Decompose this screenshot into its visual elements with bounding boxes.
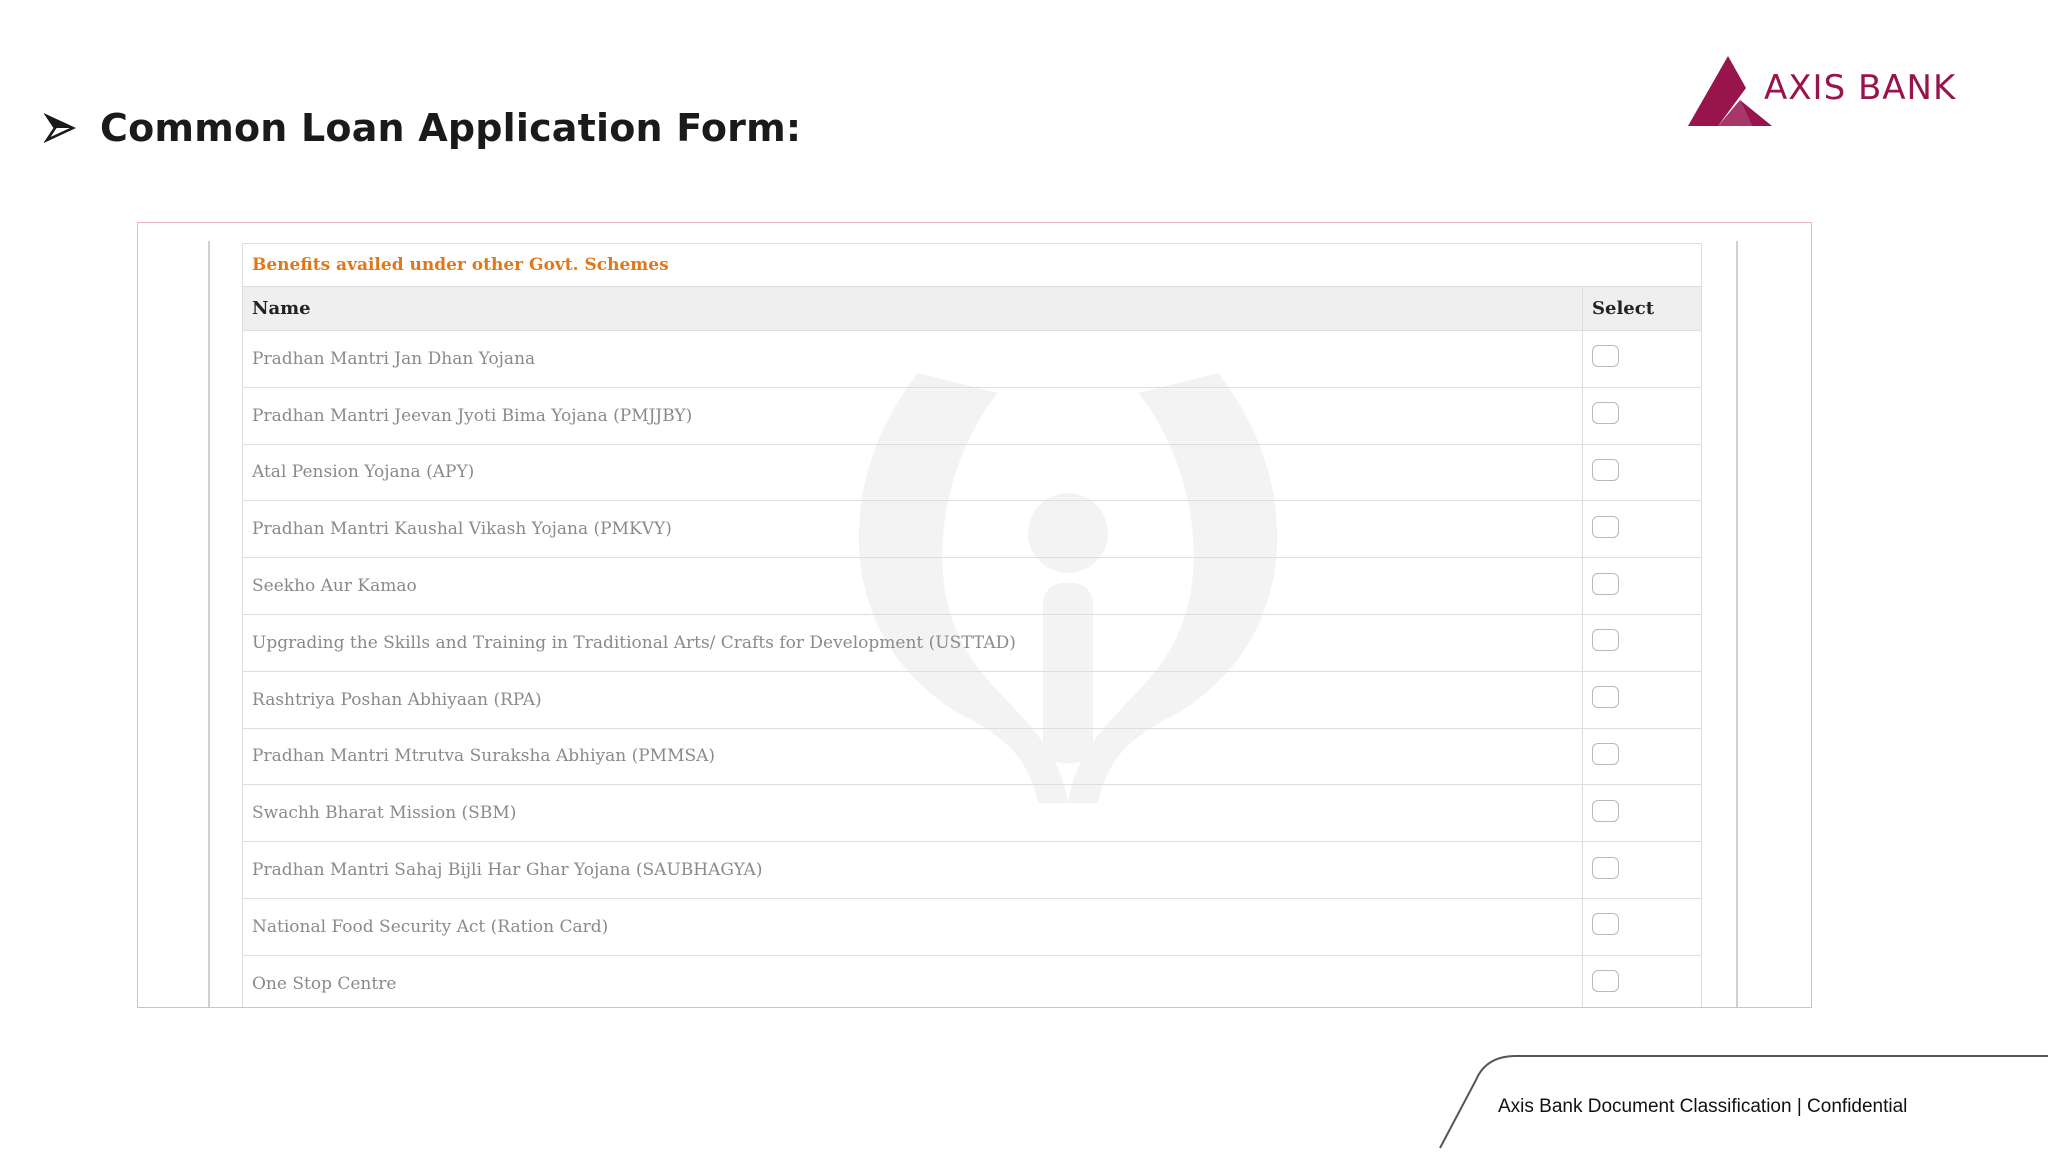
scheme-checkbox[interactable] [1592,970,1619,993]
scheme-checkbox[interactable] [1592,458,1619,481]
axis-bank-logo: AXIS BANK [1688,54,1956,128]
table-row: Upgrading the Skills and Training in Tra… [242,613,1702,672]
select-cell [1582,613,1702,672]
select-cell [1582,500,1702,559]
footer-classification: Axis Bank Document Classification | Conf… [1498,1096,1908,1117]
select-cell [1582,330,1702,388]
scheme-checkbox[interactable] [1592,742,1619,765]
scheme-checkbox[interactable] [1592,515,1619,538]
scheme-name: Upgrading the Skills and Training in Tra… [242,613,1583,672]
select-cell [1582,897,1702,956]
presentation-slide: Common Loan Application Form: AXIS BANK … [0,0,2048,1152]
scheme-checkbox[interactable] [1592,572,1619,595]
scheme-checkbox[interactable] [1592,686,1619,709]
select-cell [1582,670,1702,729]
scheme-checkbox[interactable] [1592,402,1619,425]
logo-text: AXIS BANK [1764,68,1957,108]
govt-schemes-table: Benefits availed under other Govt. Schem… [242,243,1702,1007]
column-header-name: Name [242,286,1583,331]
column-header-select: Select [1582,286,1702,331]
table-row: Pradhan Mantri Mtrutva Suraksha Abhiyan … [242,727,1702,786]
select-cell [1582,841,1702,899]
select-cell [1582,557,1702,615]
section-title: Benefits availed under other Govt. Schem… [242,243,1702,287]
table-row: Pradhan Mantri Jan Dhan Yojana [242,330,1702,388]
select-cell [1582,727,1702,786]
arrow-bullet-icon [44,113,76,143]
scheme-name: Atal Pension Yojana (APY) [242,443,1583,502]
table-row: One Stop Centre [242,954,1702,1007]
table-row: Atal Pension Yojana (APY) [242,443,1702,502]
select-cell [1582,954,1702,1007]
scheme-name: Swachh Bharat Mission (SBM) [242,784,1583,843]
scheme-name: One Stop Centre [242,954,1583,1007]
scheme-name: Pradhan Mantri Kaushal Vikash Yojana (PM… [242,500,1583,559]
select-cell [1582,784,1702,843]
scheme-checkbox[interactable] [1592,345,1619,368]
scheme-name: Seekho Aur Kamao [242,557,1583,615]
scheme-name: Pradhan Mantri Sahaj Bijli Har Ghar Yoja… [242,841,1583,899]
axis-bank-logo-icon [1688,56,1772,126]
table-row: Seekho Aur Kamao [242,557,1702,615]
table-row: Pradhan Mantri Kaushal Vikash Yojana (PM… [242,500,1702,559]
panel-border-right [1736,241,1738,1007]
table-row: Swachh Bharat Mission (SBM) [242,784,1702,843]
scheme-checkbox[interactable] [1592,799,1619,822]
page-title: Common Loan Application Form: [100,106,802,150]
scheme-name: National Food Security Act (Ration Card) [242,897,1583,956]
form-screenshot: Benefits availed under other Govt. Schem… [137,222,1812,1008]
select-cell [1582,386,1702,445]
table-row: Rashtriya Poshan Abhiyaan (RPA) [242,670,1702,729]
panel-border-left [208,241,210,1007]
table-row: Pradhan Mantri Sahaj Bijli Har Ghar Yoja… [242,841,1702,899]
scheme-checkbox[interactable] [1592,629,1619,652]
select-cell [1582,443,1702,502]
scheme-name: Pradhan Mantri Jeevan Jyoti Bima Yojana … [242,386,1583,445]
scheme-name: Pradhan Mantri Jan Dhan Yojana [242,330,1583,388]
scheme-name: Pradhan Mantri Mtrutva Suraksha Abhiyan … [242,727,1583,786]
slide-heading: Common Loan Application Form: [44,106,801,150]
table-row: Pradhan Mantri Jeevan Jyoti Bima Yojana … [242,386,1702,445]
scheme-name: Rashtriya Poshan Abhiyaan (RPA) [242,670,1583,729]
table-row: National Food Security Act (Ration Card) [242,897,1702,956]
scheme-checkbox[interactable] [1592,856,1619,879]
scheme-checkbox[interactable] [1592,913,1619,936]
